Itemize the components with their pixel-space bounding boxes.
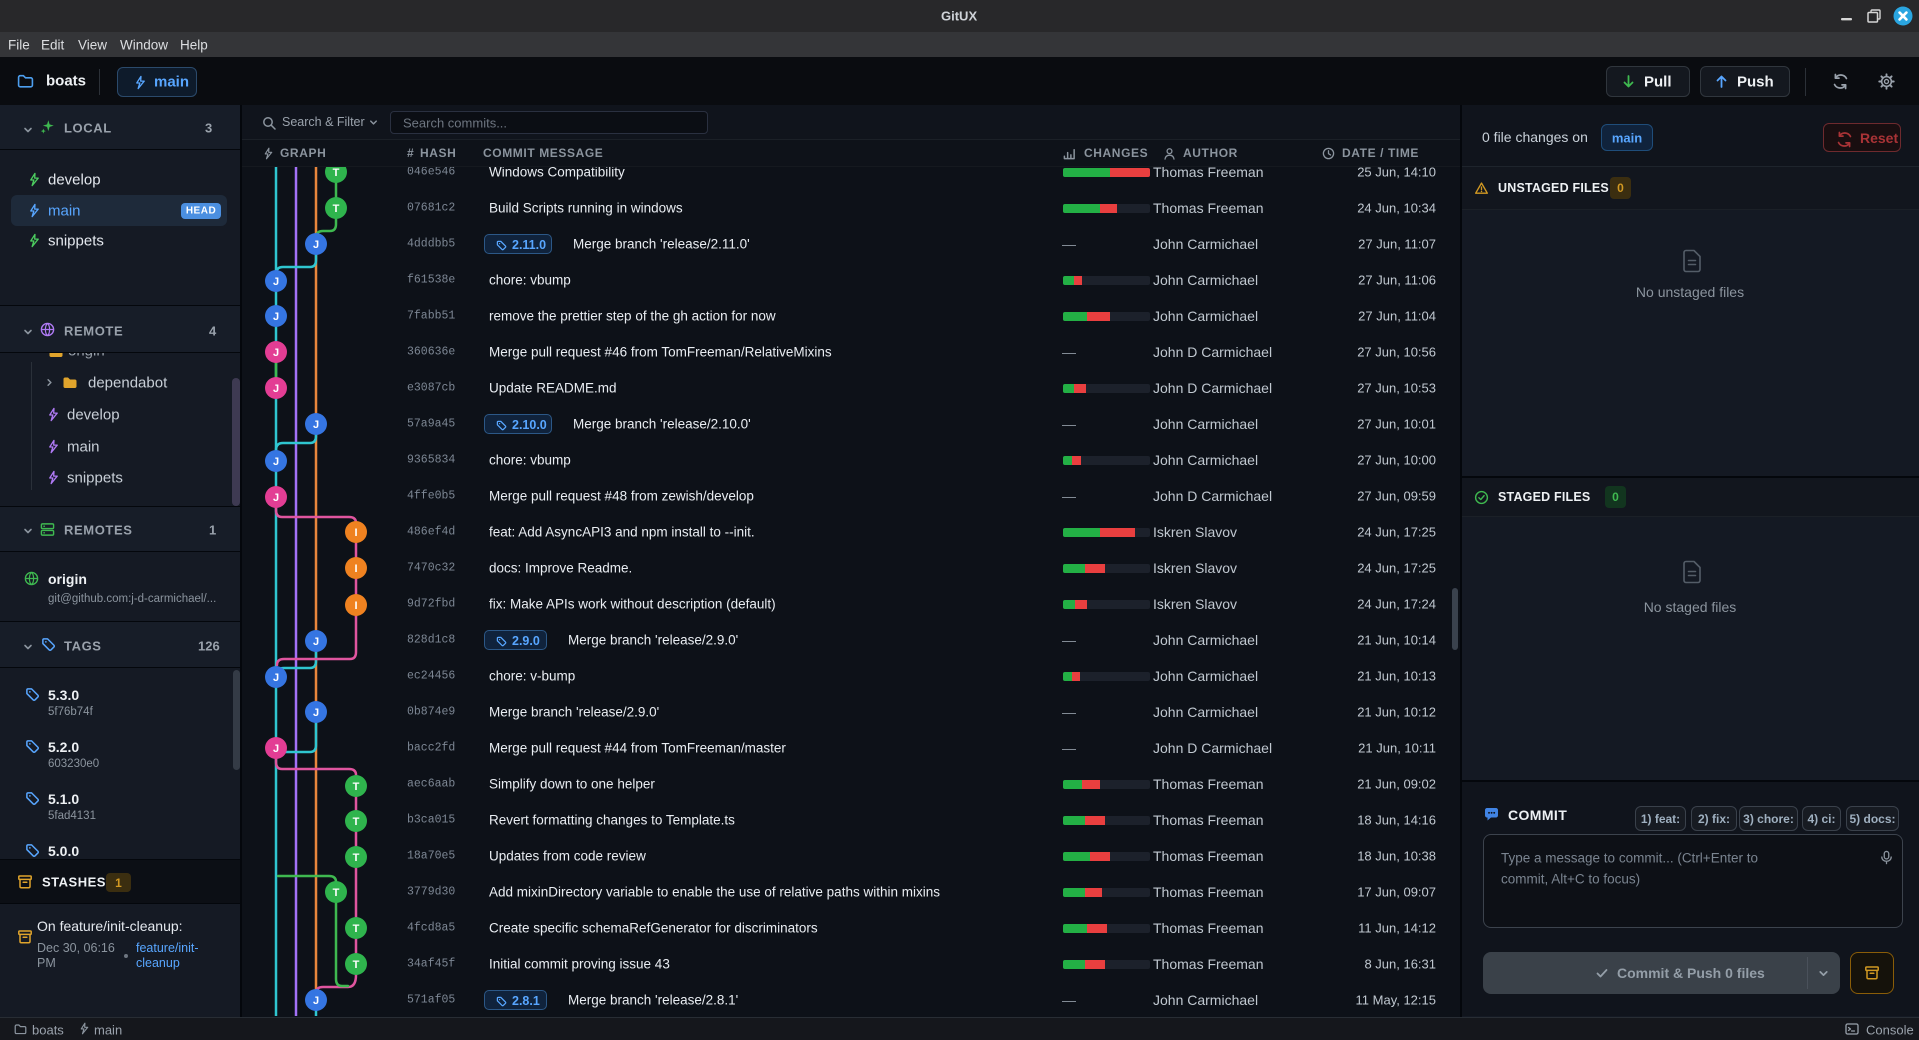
svg-text:T: T: [333, 167, 340, 179]
svg-text:J: J: [273, 383, 279, 395]
svg-text:J: J: [273, 276, 279, 288]
svg-text:J: J: [313, 636, 319, 648]
svg-text:J: J: [273, 347, 279, 359]
svg-text:I: I: [354, 600, 357, 612]
svg-text:T: T: [353, 816, 360, 828]
svg-text:T: T: [353, 852, 360, 864]
svg-text:J: J: [313, 707, 319, 719]
svg-text:J: J: [313, 419, 319, 431]
svg-text:J: J: [273, 672, 279, 684]
svg-text:T: T: [353, 959, 360, 971]
svg-text:I: I: [354, 527, 357, 539]
svg-text:J: J: [313, 239, 319, 251]
svg-text:J: J: [273, 743, 279, 755]
svg-text:J: J: [313, 995, 319, 1007]
svg-text:J: J: [273, 311, 279, 323]
svg-text:T: T: [333, 887, 340, 899]
svg-text:T: T: [353, 923, 360, 935]
svg-text:T: T: [333, 203, 340, 215]
svg-text:J: J: [273, 492, 279, 504]
svg-text:J: J: [273, 456, 279, 468]
svg-text:T: T: [353, 781, 360, 793]
svg-text:I: I: [354, 563, 357, 575]
